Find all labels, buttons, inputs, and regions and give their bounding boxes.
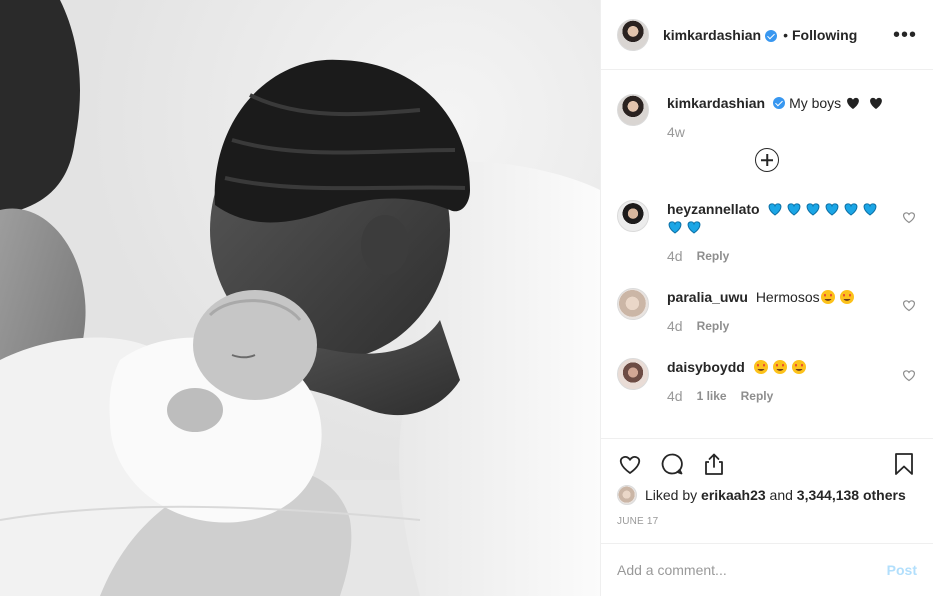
blue-heart-icon	[686, 219, 705, 235]
photo-illustration	[0, 0, 600, 596]
likes-prefix: Liked by	[645, 487, 698, 503]
likes-count-button[interactable]: 3,344,138 others	[797, 487, 906, 503]
post-caption: kimkardashian My boys 4w	[617, 70, 917, 140]
comment-item: paralia_uwu Hermosos 4d Reply	[617, 288, 917, 334]
reply-button[interactable]: Reply	[741, 388, 774, 404]
caption-age: 4w	[667, 124, 685, 140]
post-header: kimkardashian • Following •••	[601, 0, 933, 70]
add-comment-input[interactable]	[617, 562, 887, 578]
like-icon[interactable]	[617, 451, 643, 477]
comment-text: heyzannellato	[667, 200, 889, 236]
black-heart-icon	[845, 95, 868, 111]
comment-age: 4d	[667, 318, 683, 334]
comment-age: 4d	[667, 248, 683, 264]
commenter-username[interactable]: paralia_uwu	[667, 289, 748, 305]
following-button[interactable]: Following	[792, 27, 857, 43]
action-buttons-row	[617, 439, 917, 489]
blue-heart-icon	[843, 201, 862, 217]
commenter-username[interactable]: heyzannellato	[667, 201, 760, 217]
likes-summary: Liked by erikaah23 and 3,344,138 others	[617, 485, 917, 505]
comment-item: heyzannellato 4d Reply	[617, 200, 917, 264]
like-comment-icon[interactable]	[901, 367, 917, 383]
load-more-row	[617, 148, 917, 172]
caption-message: My boys	[789, 95, 842, 111]
commenter-avatar[interactable]	[617, 200, 649, 232]
comment-meta: 4d Reply	[667, 318, 889, 334]
commenter-avatar[interactable]	[617, 358, 649, 390]
heart-eyes-face-icon	[772, 359, 791, 375]
verified-badge-icon	[765, 29, 778, 42]
comment-likes-button[interactable]: 1 like	[697, 388, 727, 404]
reply-button[interactable]: Reply	[697, 318, 730, 334]
commenter-username[interactable]: daisyboydd	[667, 359, 745, 375]
blue-heart-icon	[824, 201, 843, 217]
heart-eyes-face-icon	[791, 359, 810, 375]
blue-heart-icon	[805, 201, 824, 217]
reply-button[interactable]: Reply	[697, 248, 730, 264]
commenter-avatar[interactable]	[617, 288, 649, 320]
blue-heart-icon	[767, 201, 786, 217]
post-photo[interactable]	[0, 0, 600, 596]
comment-age: 4d	[667, 388, 683, 404]
post-comment-button[interactable]: Post	[887, 562, 917, 578]
comment-item: daisyboydd 4d 1 like Reply	[617, 358, 917, 404]
verified-badge-icon	[773, 97, 786, 109]
heart-eyes-face-icon	[820, 289, 839, 305]
bookmark-icon[interactable]	[891, 451, 917, 477]
comment-text: paralia_uwu Hermosos	[667, 288, 889, 306]
add-comment-bar: Post	[601, 543, 933, 596]
liker-username[interactable]: erikaah23	[701, 487, 766, 503]
comment-text: daisyboydd	[667, 358, 889, 376]
author-avatar[interactable]	[617, 18, 649, 51]
caption-text: kimkardashian My boys	[667, 94, 889, 112]
header-user-info: kimkardashian • Following	[663, 27, 857, 43]
author-username[interactable]: kimkardashian	[663, 27, 761, 43]
comments-list[interactable]: kimkardashian My boys 4w heyzannellato 4…	[601, 70, 933, 438]
black-heart-icon	[868, 95, 887, 111]
caption-meta: 4w	[667, 124, 889, 140]
heart-eyes-face-icon	[753, 359, 772, 375]
post-side-panel: kimkardashian • Following ••• kimkardash…	[600, 0, 933, 596]
comment-meta: 4d 1 like Reply	[667, 388, 889, 404]
load-more-comments-icon[interactable]	[755, 148, 779, 172]
post-actions: Liked by erikaah23 and 3,344,138 others …	[601, 438, 933, 543]
comment-meta: 4d Reply	[667, 248, 889, 264]
heart-eyes-face-icon	[839, 289, 858, 305]
share-icon[interactable]	[701, 451, 727, 477]
caption-username[interactable]: kimkardashian	[667, 95, 765, 111]
comment-message: Hermosos	[755, 289, 820, 305]
blue-heart-icon	[667, 219, 686, 235]
comment-icon[interactable]	[659, 451, 685, 477]
instagram-post: kimkardashian • Following ••• kimkardash…	[0, 0, 933, 596]
liker-avatar[interactable]	[617, 485, 637, 505]
likes-and: and	[769, 487, 793, 503]
blue-heart-icon	[786, 201, 805, 217]
like-comment-icon[interactable]	[901, 209, 917, 225]
caption-avatar[interactable]	[617, 94, 649, 126]
more-options-icon[interactable]: •••	[893, 25, 917, 45]
separator-dot: •	[783, 26, 788, 43]
like-comment-icon[interactable]	[901, 297, 917, 313]
post-date[interactable]: JUNE 17	[617, 516, 917, 527]
blue-heart-icon	[862, 201, 881, 217]
